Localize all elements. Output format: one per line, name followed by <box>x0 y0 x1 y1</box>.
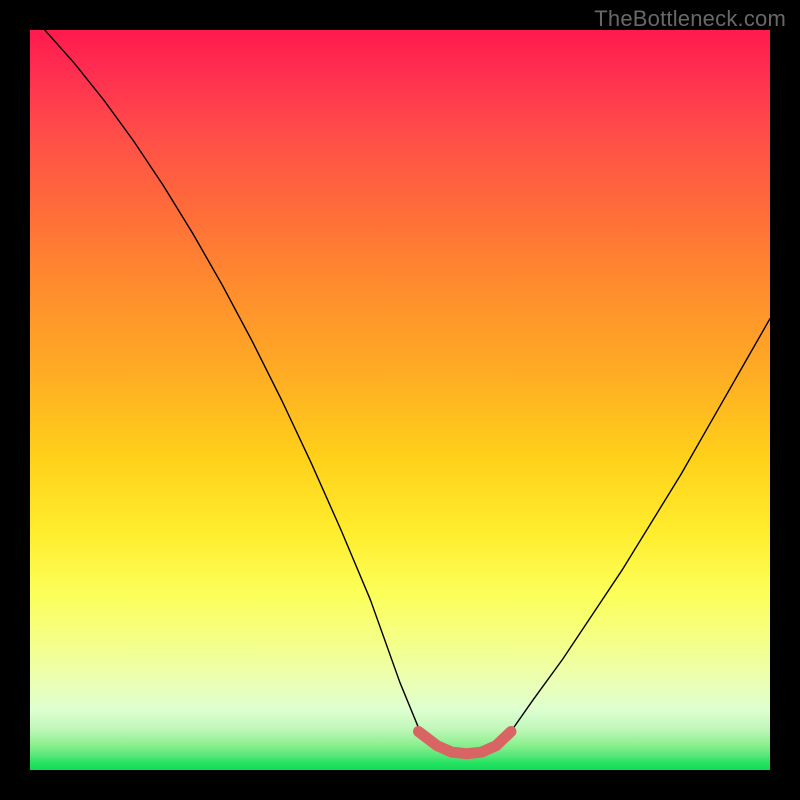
curve-right-branch <box>507 319 770 737</box>
curve-layer <box>30 30 770 770</box>
plot-area <box>30 30 770 770</box>
bottleneck-marker <box>419 732 512 754</box>
chart-stage: TheBottleneck.com <box>0 0 800 800</box>
curve-left-branch <box>45 30 422 737</box>
watermark-text: TheBottleneck.com <box>594 6 786 32</box>
